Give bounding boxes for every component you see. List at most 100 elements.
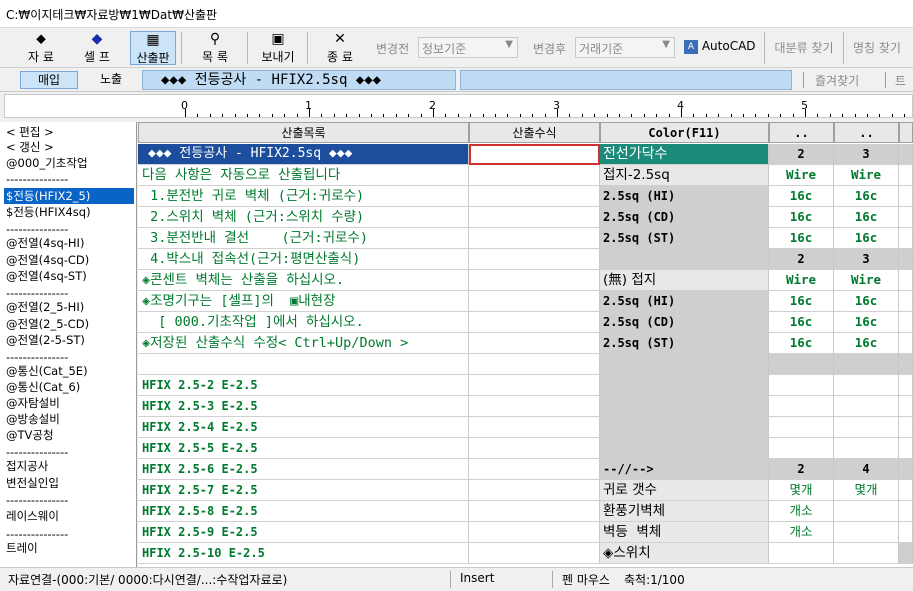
row-formula[interactable]: [469, 186, 600, 207]
row-name[interactable]: 1.분전반 귀로 벽체 (근거:귀로수): [138, 186, 469, 207]
row-extra[interactable]: [899, 417, 913, 438]
row-formula[interactable]: [469, 480, 600, 501]
row-value[interactable]: 16c: [834, 207, 899, 228]
row-value[interactable]: [834, 354, 899, 375]
row-name[interactable]: 2.스위치 벽체 (근거:스위치 수량): [138, 207, 469, 228]
row-formula[interactable]: [469, 375, 600, 396]
row-value[interactable]: 3: [834, 249, 899, 270]
row-name[interactable]: [138, 354, 469, 375]
row-value[interactable]: 개소: [769, 522, 834, 543]
row-extra[interactable]: [899, 375, 913, 396]
row-extra[interactable]: [899, 207, 913, 228]
self-button[interactable]: ◆ 셀 프: [74, 31, 120, 65]
row-formula[interactable]: [469, 165, 600, 186]
row-value[interactable]: [834, 438, 899, 459]
row-extra[interactable]: [899, 228, 913, 249]
row-formula[interactable]: [469, 333, 600, 354]
row-value[interactable]: Wire: [834, 165, 899, 186]
after-select[interactable]: 거래기준 ▼: [575, 37, 675, 58]
row-value[interactable]: [834, 501, 899, 522]
row-formula[interactable]: [469, 207, 600, 228]
list-item[interactable]: @전열(2-5-ST): [6, 332, 85, 348]
list-item[interactable]: $전등(HFIX2_5): [4, 188, 134, 204]
row-color[interactable]: 벽등 벽체: [600, 522, 769, 543]
row-value[interactable]: [769, 438, 834, 459]
row-formula[interactable]: [469, 396, 600, 417]
row-formula[interactable]: [469, 417, 600, 438]
list-item[interactable]: < 편집 >: [6, 124, 54, 140]
row-formula[interactable]: [469, 438, 600, 459]
list-item[interactable]: @전열(4sq-ST): [6, 268, 87, 284]
send-button[interactable]: ▣ 보내기: [255, 31, 301, 65]
row-name[interactable]: HFIX 2.5-3 E-2.5: [138, 396, 469, 417]
row-formula[interactable]: [469, 270, 600, 291]
row-extra[interactable]: [899, 165, 913, 186]
list-item[interactable]: @전열(2_5-CD): [6, 316, 89, 332]
row-value[interactable]: [769, 354, 834, 375]
row-extra[interactable]: [899, 354, 913, 375]
data-button[interactable]: ⬥ 자 료: [18, 31, 64, 65]
row-value[interactable]: 2: [769, 249, 834, 270]
row-color[interactable]: (無) 접지: [600, 270, 769, 291]
list-item[interactable]: @자탐설비: [6, 395, 60, 411]
row-name[interactable]: 4.박스내 접속선(근거:평면산출식): [138, 249, 469, 270]
favorites-button[interactable]: 즐겨찾기: [815, 72, 859, 89]
row-formula[interactable]: [469, 501, 600, 522]
row-name[interactable]: HFIX 2.5-6 E-2.5: [138, 459, 469, 480]
row-name[interactable]: ◈저장된 산출수식 수정< Ctrl+Up/Down >: [138, 333, 469, 354]
row-formula[interactable]: [469, 543, 600, 564]
row-extra[interactable]: [899, 543, 913, 564]
row-value[interactable]: 16c: [834, 333, 899, 354]
row-name[interactable]: HFIX 2.5-8 E-2.5: [138, 501, 469, 522]
row-name[interactable]: HFIX 2.5-10 E-2.5: [138, 543, 469, 564]
list-item[interactable]: @통신(Cat_6): [6, 379, 80, 395]
row-formula[interactable]: [469, 144, 600, 165]
row-color[interactable]: 2.5sq (ST): [600, 228, 769, 249]
row-value[interactable]: 16c: [769, 333, 834, 354]
row-formula[interactable]: [469, 291, 600, 312]
row-value[interactable]: [834, 543, 899, 564]
row-value[interactable]: 2: [769, 144, 834, 165]
row-value[interactable]: 16c: [769, 207, 834, 228]
row-name[interactable]: [ 000.기초작업 ]에서 하십시오.: [138, 312, 469, 333]
row-color[interactable]: 2.5sq (HI): [600, 291, 769, 312]
row-color[interactable]: [600, 375, 769, 396]
row-extra[interactable]: [899, 186, 913, 207]
col-header-list[interactable]: 산출목록: [138, 122, 469, 143]
row-extra[interactable]: [899, 270, 913, 291]
row-extra[interactable]: [899, 480, 913, 501]
col-header-c4[interactable]: ..: [769, 122, 834, 143]
row-formula[interactable]: [469, 354, 600, 375]
row-extra[interactable]: [899, 522, 913, 543]
row-color[interactable]: 2.5sq (CD): [600, 312, 769, 333]
row-extra[interactable]: [899, 459, 913, 480]
row-value[interactable]: 16c: [834, 312, 899, 333]
index-button[interactable]: ⚲ 목 록: [190, 31, 240, 65]
row-value[interactable]: [834, 396, 899, 417]
tab-expose[interactable]: 노출: [84, 71, 138, 89]
row-value[interactable]: Wire: [834, 270, 899, 291]
row-name[interactable]: HFIX 2.5-5 E-2.5: [138, 438, 469, 459]
row-color[interactable]: 환풍기벽체: [600, 501, 769, 522]
col-header-color[interactable]: Color(F11): [600, 122, 769, 143]
row-formula[interactable]: [469, 249, 600, 270]
tab-buy[interactable]: 매입: [20, 71, 78, 89]
row-color[interactable]: 접지-2.5sq: [600, 165, 769, 186]
col-header-formula[interactable]: 산출수식: [469, 122, 600, 143]
row-value[interactable]: [769, 417, 834, 438]
row-value[interactable]: Wire: [769, 165, 834, 186]
calc-grid[interactable]: 산출목록 산출수식 Color(F11) .. .. ◆◆◆ 전등공사 - HF…: [138, 122, 913, 567]
category-search-button[interactable]: 대분류 찾기: [767, 31, 841, 65]
row-name[interactable]: HFIX 2.5-2 E-2.5: [138, 375, 469, 396]
row-value[interactable]: [769, 543, 834, 564]
row-name[interactable]: 3.분전반내 결선 (근거:귀로수): [138, 228, 469, 249]
row-extra[interactable]: [899, 144, 913, 165]
row-name[interactable]: HFIX 2.5-9 E-2.5: [138, 522, 469, 543]
row-value[interactable]: 16c: [769, 228, 834, 249]
template-list[interactable]: < 편집 > < 갱신 > @000_기초작업 --------------- $전등(…: [0, 122, 137, 567]
list-item[interactable]: @전열(4sq-CD): [6, 252, 89, 268]
row-color[interactable]: 2.5sq (HI): [600, 186, 769, 207]
row-color[interactable]: 2.5sq (ST): [600, 333, 769, 354]
list-item[interactable]: @TV공청: [6, 427, 54, 443]
row-color[interactable]: --//-->: [600, 459, 769, 480]
